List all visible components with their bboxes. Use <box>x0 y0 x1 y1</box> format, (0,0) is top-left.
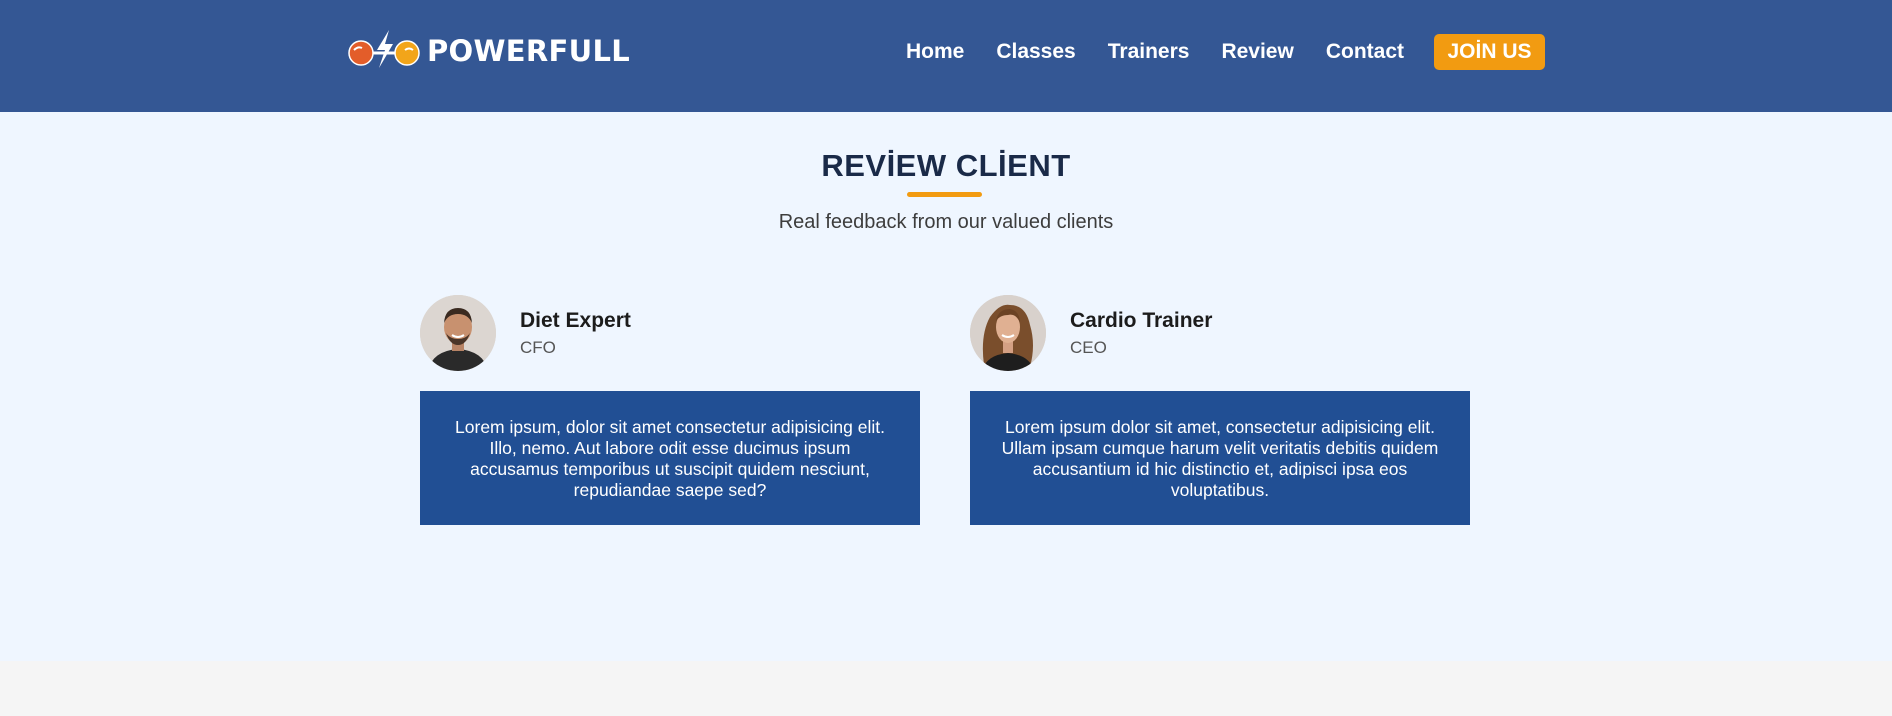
main-nav: Home Classes Trainers Review Contact JOİ… <box>906 34 1545 70</box>
nav-review-link[interactable]: Review <box>1221 40 1293 64</box>
reviewer-role: CFO <box>520 337 556 357</box>
brand-name: POWERFULL <box>427 34 631 68</box>
title-underline <box>907 192 982 197</box>
join-us-button[interactable]: JOİN US <box>1434 34 1545 70</box>
nav-contact-link[interactable]: Contact <box>1326 40 1404 64</box>
section-title: REVİEW CLİENT <box>821 148 1071 183</box>
review-card: Diet Expert CFO Lorem ipsum, dolor sit a… <box>420 295 920 525</box>
nav-trainers-link[interactable]: Trainers <box>1108 40 1190 64</box>
reviewer-name: Cardio Trainer <box>1070 308 1213 332</box>
reviewer: Diet Expert CFO <box>420 295 920 371</box>
reviewer-role: CEO <box>1070 337 1107 357</box>
nav-classes-link[interactable]: Classes <box>996 40 1075 64</box>
reviewer-name: Diet Expert <box>520 308 631 332</box>
review-card: Cardio Trainer CEO Lorem ipsum dolor sit… <box>970 295 1470 525</box>
review-text: Lorem ipsum, dolor sit amet consectetur … <box>420 391 920 525</box>
reviewer: Cardio Trainer CEO <box>970 295 1470 371</box>
review-section: REVİEW CLİENT Real feedback from our val… <box>0 112 1892 661</box>
brand-logo[interactable]: POWERFULL <box>347 28 630 74</box>
section-subtitle: Real feedback from our valued clients <box>778 211 1114 233</box>
review-text: Lorem ipsum dolor sit amet, consectetur … <box>970 391 1470 525</box>
avatar <box>970 295 1046 371</box>
site-header: POWERFULL Home Classes Trainers Review C… <box>0 0 1892 112</box>
avatar <box>420 295 496 371</box>
nav-home-link[interactable]: Home <box>906 40 964 64</box>
dumbbell-lightning-icon <box>347 28 421 74</box>
